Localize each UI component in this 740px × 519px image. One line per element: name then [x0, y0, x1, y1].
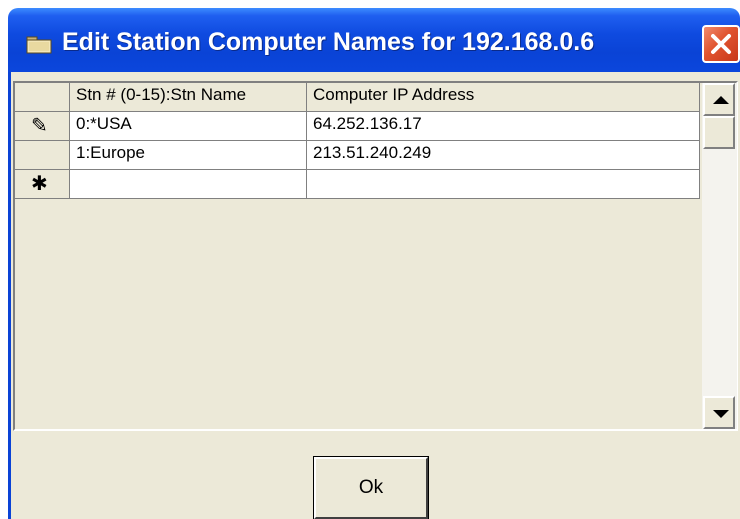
scroll-up-button[interactable]	[703, 83, 735, 116]
close-icon	[711, 34, 731, 54]
table-row[interactable]: ✎ 0:*USA 64.252.136.17	[15, 112, 701, 141]
title-bar[interactable]: Edit Station Computer Names for 192.168.…	[8, 8, 740, 72]
station-name-cell[interactable]: 1:Europe	[70, 141, 307, 170]
column-header-ip-address[interactable]: Computer IP Address	[307, 83, 700, 112]
row-selector[interactable]	[15, 141, 70, 170]
edit-station-names-dialog: Edit Station Computer Names for 192.168.…	[0, 0, 740, 519]
ip-address-cell[interactable]: 64.252.136.17	[307, 112, 700, 141]
header-selector-cell	[15, 83, 70, 112]
ip-address-cell[interactable]	[307, 170, 700, 199]
station-name-cell[interactable]	[70, 170, 307, 199]
folder-icon	[26, 34, 52, 54]
ok-button[interactable]: Ok	[313, 456, 429, 519]
asterisk-icon: ✱	[31, 173, 48, 195]
arrow-down-icon	[713, 410, 729, 418]
table-row[interactable]: 1:Europe 213.51.240.249	[15, 141, 701, 170]
station-name-cell[interactable]: 0:*USA	[70, 112, 307, 141]
ip-address-cell[interactable]: 213.51.240.249	[307, 141, 700, 170]
grid-header-row: Stn # (0-15):Stn Name Computer IP Addres…	[15, 83, 701, 112]
arrow-up-icon	[713, 96, 729, 104]
pencil-icon: ✎	[31, 115, 48, 137]
row-selector[interactable]: ✱	[15, 170, 70, 199]
vertical-scrollbar[interactable]	[701, 83, 737, 429]
station-grid[interactable]: Stn # (0-15):Stn Name Computer IP Addres…	[13, 81, 738, 431]
new-row[interactable]: ✱	[15, 170, 701, 199]
row-selector[interactable]: ✎	[15, 112, 70, 141]
scroll-down-button[interactable]	[703, 396, 735, 429]
scroll-thumb[interactable]	[703, 116, 735, 149]
column-header-stn-name[interactable]: Stn # (0-15):Stn Name	[70, 83, 307, 112]
window-title: Edit Station Computer Names for 192.168.…	[62, 28, 595, 56]
close-button[interactable]	[702, 25, 740, 63]
